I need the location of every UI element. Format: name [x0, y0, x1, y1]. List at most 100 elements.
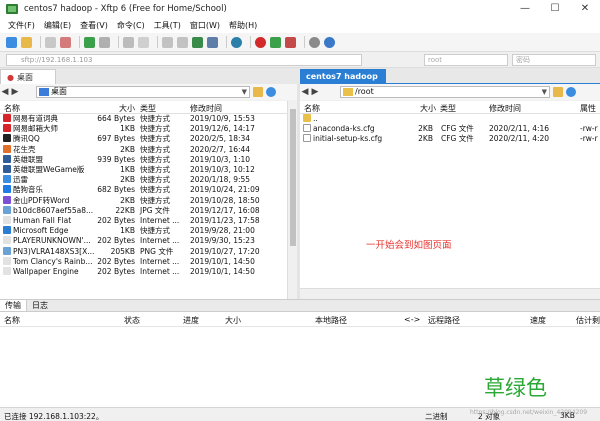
tab-remote-session[interactable]: centos7 hadoop	[300, 69, 386, 84]
col-attributes[interactable]: 属性	[580, 103, 596, 114]
file-icon	[303, 124, 311, 133]
file-row[interactable]: 酷狗音乐 682 Bytes 快捷方式 2019/10/24, 21:09	[0, 185, 287, 195]
sync-icon[interactable]	[192, 36, 203, 48]
file-row[interactable]: ..	[300, 114, 600, 124]
transfer-icon[interactable]	[84, 36, 95, 48]
file-row[interactable]: 网易邮箱大师 1KB 快捷方式 2019/12/6, 14:17	[0, 124, 287, 134]
tab-transfer[interactable]: 传输	[0, 300, 27, 311]
left-scrollbar-thumb[interactable]	[290, 109, 296, 246]
col-name[interactable]: 名称	[4, 315, 20, 326]
col-status[interactable]: 状态	[124, 315, 140, 326]
file-row[interactable]: 英雄联盟 939 Bytes 快捷方式 2019/10/3, 1:10	[0, 154, 287, 165]
watermark-text: 草绿色	[484, 376, 547, 400]
file-row[interactable]: Microsoft Edge 1KB 快捷方式 2019/9/28, 21:00	[0, 226, 287, 236]
forward-arrow-icon[interactable]: ▶	[310, 87, 320, 97]
reconnect-icon[interactable]	[60, 36, 71, 48]
col-eta[interactable]: 估计剩	[576, 315, 600, 326]
file-row[interactable]: 英雄联盟WeGame版 1KB 快捷方式 2019/10/3, 10:12	[0, 165, 287, 175]
open-folder-icon[interactable]	[21, 36, 32, 48]
tab-local-desktop[interactable]: ● 桌面	[0, 69, 56, 84]
tab-close-icon[interactable]: ●	[7, 73, 14, 82]
copy-icon[interactable]	[162, 36, 173, 48]
col-speed[interactable]: 速度	[530, 315, 546, 326]
green-tool-icon[interactable]	[270, 36, 281, 48]
compare-icon[interactable]	[207, 36, 218, 48]
parent-folder-icon[interactable]	[553, 87, 563, 97]
filter-icon[interactable]	[99, 36, 110, 48]
parent-folder-icon[interactable]	[253, 87, 263, 97]
col-name[interactable]: 名称	[4, 103, 20, 114]
left-scrollbar[interactable]	[287, 101, 297, 299]
menu-window[interactable]: 窗口(W)	[190, 20, 220, 31]
col-type[interactable]: 类型	[440, 103, 456, 114]
forward-arrow-icon[interactable]: ▶	[10, 87, 20, 97]
file-row[interactable]: PLAYERUNKNOWN'... 202 Bytes Internet ... 20…	[0, 236, 287, 246]
file-name: initial-setup-ks.cfg	[313, 134, 383, 144]
col-size[interactable]: 大小	[225, 315, 241, 326]
menu-edit[interactable]: 编辑(E)	[44, 20, 71, 31]
file-row[interactable]: 迅雷 2KB 快捷方式 2020/1/18, 9:55	[0, 175, 287, 185]
file-row[interactable]: 腾讯QQ 697 Bytes 快捷方式 2020/2/5, 18:34	[0, 134, 287, 144]
col-size[interactable]: 大小	[420, 103, 436, 114]
menu-help[interactable]: 帮助(H)	[229, 20, 257, 31]
folder-icon	[343, 88, 353, 96]
monitor-icon[interactable]	[138, 36, 149, 48]
file-size: 2KB	[120, 195, 135, 205]
refresh-icon[interactable]	[566, 87, 576, 97]
file-row[interactable]: PN3)VLRA148XS3[X... 205KB PNG 文件 2019/10/27…	[0, 246, 287, 257]
file-icon	[3, 256, 11, 265]
file-row[interactable]: b10dc8607aef55a8... 22KB JPG 文件 2019/12/17,…	[0, 205, 287, 216]
file-modified: 2019/10/27, 17:20	[190, 246, 260, 256]
col-modified[interactable]: 修改时间	[489, 103, 521, 114]
username-input[interactable]: root	[424, 54, 508, 66]
help-icon[interactable]	[324, 36, 335, 48]
col-remote-path[interactable]: 远程路径	[428, 315, 460, 326]
file-type: 快捷方式	[140, 124, 170, 134]
left-path-field[interactable]: 桌面 ▼	[36, 86, 250, 98]
col-modified[interactable]: 修改时间	[190, 103, 222, 114]
file-row[interactable]: Wallpaper Engine 202 Bytes Internet ... 201…	[0, 267, 287, 277]
col-type[interactable]: 类型	[140, 103, 156, 114]
minimize-button[interactable]: —	[510, 0, 540, 18]
chevron-down-icon[interactable]: ▼	[242, 87, 247, 97]
menu-file[interactable]: 文件(F)	[8, 20, 35, 31]
terminal-icon[interactable]	[123, 36, 134, 48]
tab-log[interactable]: 日志	[27, 300, 53, 311]
close-button[interactable]: ✕	[570, 0, 600, 18]
gear-icon[interactable]	[309, 36, 320, 48]
file-row[interactable]: anaconda-ks.cfg 2KB CFG 文件 2020/2/11, 4:16 -…	[300, 124, 600, 134]
transfer-mode[interactable]: 二进制	[425, 411, 448, 421]
xshell-icon[interactable]	[255, 36, 266, 48]
file-row[interactable]: Human Fall Flat 202 Bytes Internet ... 2019…	[0, 216, 287, 226]
back-arrow-icon[interactable]: ◀	[0, 87, 10, 97]
file-row[interactable]: 网易有道词典 664 Bytes 快捷方式 2019/10/9, 15:53	[0, 114, 287, 124]
col-size[interactable]: 大小	[119, 103, 135, 114]
right-hscrollbar[interactable]	[300, 288, 600, 299]
back-arrow-icon[interactable]: ◀	[300, 87, 310, 97]
lock-icon[interactable]	[285, 36, 296, 48]
host-input[interactable]: sftp://192.168.1.103	[6, 54, 362, 66]
left-file-list: 网易有道词典 664 Bytes 快捷方式 2019/10/9, 15:53 网易邮箱大…	[0, 114, 287, 299]
col-name[interactable]: 名称	[304, 103, 320, 114]
file-icon	[3, 154, 11, 163]
menu-view[interactable]: 查看(V)	[80, 20, 108, 31]
refresh-icon[interactable]	[266, 87, 276, 97]
col-local-path[interactable]: 本地路径	[315, 315, 347, 326]
title-bar: centos7 hadoop - Xftp 6 (Free for Home/S…	[0, 0, 600, 18]
file-row[interactable]: 花生壳 2KB 快捷方式 2020/2/7, 16:44	[0, 144, 287, 155]
file-row[interactable]: Tom Clancy's Rainb... 202 Bytes Internet .…	[0, 256, 287, 267]
right-path-field[interactable]: /root ▼	[340, 86, 550, 98]
paste-icon[interactable]	[177, 36, 188, 48]
file-row[interactable]: initial-setup-ks.cfg 2KB CFG 文件 2020/2/11, …	[300, 134, 600, 144]
chevron-down-icon[interactable]: ▼	[542, 87, 547, 97]
maximize-button[interactable]: ☐	[540, 0, 570, 18]
globe-icon[interactable]	[231, 36, 242, 48]
menu-tools[interactable]: 工具(T)	[154, 20, 181, 31]
file-row[interactable]: 金山PDF转Word 2KB 快捷方式 2019/10/28, 18:50	[0, 195, 287, 206]
disconnect-icon[interactable]	[45, 36, 56, 48]
password-input[interactable]: 密码	[512, 54, 596, 66]
col-direction[interactable]: <->	[404, 315, 420, 324]
menu-command[interactable]: 命令(C)	[117, 20, 145, 31]
col-progress[interactable]: 进度	[183, 315, 199, 326]
new-session-icon[interactable]	[6, 36, 17, 48]
